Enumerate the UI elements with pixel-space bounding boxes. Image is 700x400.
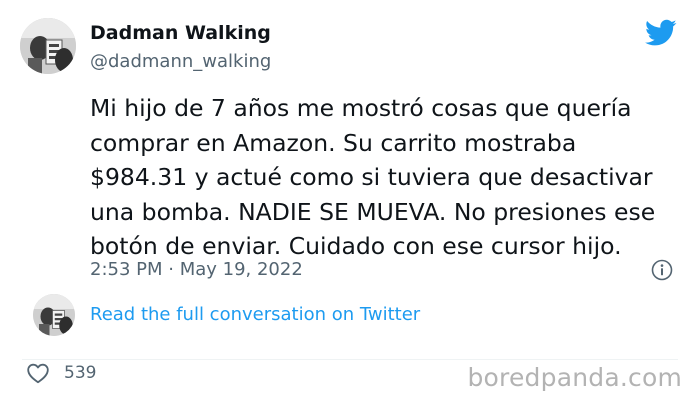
- like-count: 539: [64, 363, 97, 383]
- watermark: boredpanda.com: [467, 363, 682, 392]
- tweet-text-line: Mi hijo de 7 años me mostró cosas que qu…: [90, 94, 632, 122]
- reply-avatar[interactable]: [33, 294, 75, 336]
- reply-avatar-photo: [33, 294, 75, 336]
- like-button[interactable]: 539: [26, 362, 96, 384]
- tweet-text: Mi hijo de 7 años me mostró cosas que qu…: [90, 91, 680, 264]
- display-name[interactable]: Dadman Walking: [90, 22, 271, 44]
- heart-icon: [27, 363, 49, 384]
- avatar[interactable]: [20, 18, 76, 74]
- divider: [22, 359, 678, 360]
- read-full-conversation-link[interactable]: Read the full conversation on Twitter: [90, 304, 420, 325]
- twitter-bird-icon[interactable]: [645, 19, 677, 47]
- user-handle[interactable]: @dadmann_walking: [90, 51, 271, 72]
- tweet-text-line: una bomba. NADIE SE MUEVA. No presiones …: [90, 197, 656, 226]
- tweet-text-line: comprar en Amazon. Su carrito mostraba: [90, 128, 577, 157]
- info-icon[interactable]: [651, 259, 673, 281]
- avatar-photo: [20, 18, 76, 74]
- tweet-text-line: $984.31 y actué como si tuviera que desa…: [90, 163, 653, 191]
- tweet-timestamp[interactable]: 2:53 PM · May 19, 2022: [90, 259, 303, 280]
